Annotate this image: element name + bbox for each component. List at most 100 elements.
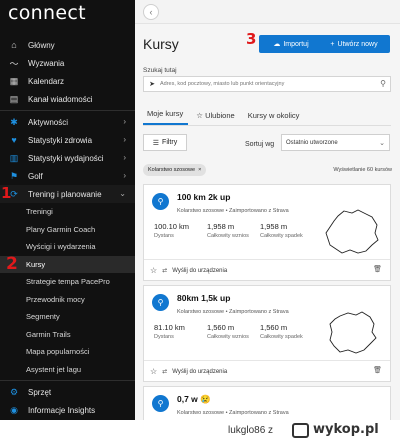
trash-icon[interactable]: 🗑 (373, 366, 382, 374)
send-to-device-link[interactable]: Wyślij do urządzenia (172, 369, 227, 375)
divider (0, 110, 135, 111)
course-map-thumbnail (329, 311, 377, 354)
stat-value: 1,958 m (260, 222, 288, 231)
stat-label: Całkowity wznios (207, 233, 249, 239)
gear-icon: ⚙ (9, 386, 19, 397)
course-card-footer: ☆ ⇄ Wyślij do urządzenia 🗑 (144, 259, 390, 281)
stat-ascent: 1,958 m Całkowity wznios (207, 222, 249, 239)
bike-icon: ⚲ (152, 193, 169, 210)
create-new-label: Utwórz nowy (337, 40, 378, 48)
sidebar-nav: ⌂ Główny 〜 Wyzwania ▦ Kalendarz ▤ Kanał … (0, 36, 135, 419)
sidebar-subitem-segmenty[interactable]: Segmenty (0, 308, 135, 326)
annotation-marker: 1 (1, 184, 12, 202)
stat-descent: 1,560 m Całkowity spadek (260, 323, 303, 340)
sidebar-item-label: Trening i planowanie (28, 189, 102, 199)
course-name[interactable]: 100 km 2k up (177, 192, 230, 202)
heart-icon: ♥ (11, 135, 17, 145)
golf-flag-icon: ⚑ (9, 170, 19, 181)
link-icon: ⇄ (162, 369, 168, 375)
sidebar-item-statystyki-wydajnosci[interactable]: ▥ Statystyki wydajności › (0, 149, 135, 167)
garmin-connect-logo[interactable]: connect (8, 2, 86, 24)
sidebar-item-sprzet[interactable]: ⚙ Sprzęt (0, 383, 135, 401)
tab-ulubione[interactable]: ☆ Ulubione (192, 111, 239, 125)
bike-icon: ⚲ (152, 294, 169, 311)
sidebar-item-golf[interactable]: ⚑ Golf › (0, 167, 135, 185)
location-arrow-icon[interactable]: ➤ (144, 80, 160, 88)
stat-value: 1,958 m (207, 222, 235, 231)
course-meta: Kolarstwo szosowe • Zaimportowano z Stra… (177, 309, 289, 315)
sidebar-subitem-plany-garmin-coach[interactable]: Plany Garmin Coach (0, 221, 135, 239)
chart-icon: ▥ (9, 152, 19, 163)
plus-icon: + (330, 40, 335, 48)
sidebar-item-aktywnosci[interactable]: ✱ Aktywności › (0, 113, 135, 131)
sidebar: connect ⌂ Główny 〜 Wyzwania ▦ Kalendarz … (0, 0, 135, 420)
chevron-right-icon: › (123, 171, 126, 180)
course-name[interactable]: 80km 1,5k up (177, 293, 230, 303)
top-bar: ‹ (135, 0, 400, 24)
results-count: Wyświetlanie 60 kursów (333, 167, 392, 173)
filter-chip-label: Kolarstwo szosowe (148, 167, 196, 173)
filter-chip[interactable]: Kolarstwo szosowe × (143, 164, 207, 176)
sidebar-subitem-garmin-trails[interactable]: Garmin Trails (0, 326, 135, 344)
course-card[interactable]: ⚲ 100 km 2k up Kolarstwo szosowe • Zaimp… (143, 184, 391, 281)
tab-kursy-w-okolicy[interactable]: Kursy w okolicy (244, 111, 305, 125)
wykop-logo-icon (292, 423, 309, 438)
sidebar-item-trening-i-planowanie[interactable]: ⟳ Trening i planowanie ⌄ 1 (0, 184, 135, 203)
sidebar-subitem-kursy[interactable]: 2 Kursy (0, 254, 135, 274)
sidebar-subitem-treningi[interactable]: Treningi (0, 203, 135, 221)
stat-label: Całkowity spadek (260, 233, 303, 239)
close-icon[interactable]: × (198, 167, 201, 173)
filter-icon: ☰ (152, 139, 160, 147)
sidebar-item-label: Kanał wiadomości (28, 94, 93, 104)
star-icon[interactable]: ☆ (150, 266, 157, 275)
star-icon[interactable]: ☆ (150, 367, 157, 376)
sidebar-subitem-przewodnik-mocy[interactable]: Przewodnik mocy (0, 291, 135, 309)
course-meta: Kolarstwo szosowe • Zaimportowano z Stra… (177, 208, 289, 214)
create-new-button[interactable]: + Utwórz nowy (318, 35, 390, 53)
divider (0, 380, 135, 381)
sidebar-subitem-wyscigi-i-wydarzenia[interactable]: Wyścigi i wydarzenia (0, 238, 135, 256)
course-card-footer: ☆ ⇄ Wyślij do urządzenia 🗑 (144, 360, 390, 382)
runner-icon: ✱ (10, 116, 18, 127)
sidebar-item-kalendarz[interactable]: ▦ Kalendarz (0, 72, 135, 90)
stat-value: 1,560 m (260, 323, 288, 332)
send-to-device-link[interactable]: Wyślij do urządzenia (172, 268, 227, 274)
sidebar-subitem-mapa-popularnosci[interactable]: Mapa popularności (0, 343, 135, 361)
sort-select[interactable]: Ostatnio utworzone ⌄ (281, 134, 390, 151)
search-label: Szukaj tutaj (143, 67, 177, 74)
filters-label: Filtry (162, 139, 178, 146)
import-button[interactable]: ☁ Importuj (259, 35, 323, 53)
stat-ascent: 1,560 m Całkowity wznios (207, 323, 249, 340)
chevron-down-icon: ⌄ (379, 140, 385, 147)
course-name[interactable]: 0,7 w 😢 (177, 394, 211, 405)
stat-label: Całkowity wznios (207, 334, 249, 340)
sidebar-item-glowny[interactable]: ⌂ Główny (0, 36, 135, 54)
search-input[interactable] (160, 81, 370, 87)
stat-distance: 100.10 km Dystans (154, 222, 189, 239)
trash-icon[interactable]: 🗑 (373, 265, 382, 273)
sidebar-item-label: Główny (28, 40, 55, 50)
course-card[interactable]: ⚲ 80km 1,5k up Kolarstwo szosowe • Zaimp… (143, 285, 391, 382)
sidebar-item-kanal-wiadomosci[interactable]: ▤ Kanał wiadomości (0, 90, 135, 108)
main-content: Kursy 3 ☁ Importuj + Utwórz nowy Szukaj … (135, 24, 400, 420)
sidebar-subitem-asystent-jet-lagu[interactable]: Asystent jet lagu (0, 361, 135, 379)
sidebar-item-statystyki-zdrowia[interactable]: ♥ Statystyki zdrowia › (0, 131, 135, 149)
sidebar-subitem-strategie-tempa[interactable]: Strategie tempa PacePro (0, 273, 135, 291)
watermark-site: wykop.pl (313, 422, 379, 437)
sidebar-item-label: Statystyki wydajności (28, 153, 104, 163)
course-meta: Kolarstwo szosowe • Zaimportowano z Stra… (177, 410, 289, 416)
course-card[interactable]: ⚲ 0,7 w 😢 Kolarstwo szosowe • Zaimportow… (143, 386, 391, 420)
search-icon[interactable]: ⚲ (380, 79, 386, 88)
sidebar-item-label: Aktywności (28, 117, 69, 127)
sidebar-item-wyzwania[interactable]: 〜 Wyzwania (0, 54, 135, 72)
link-icon: ⇄ (162, 268, 168, 274)
sidebar-item-label: Informacje Insights (28, 405, 96, 415)
sidebar-item-label: Statystyki zdrowia (28, 135, 93, 145)
stat-label: Dystans (154, 233, 174, 239)
bike-icon: ⚲ (152, 395, 169, 412)
sidebar-item-informacje-insights[interactable]: ◉ Informacje Insights (0, 401, 135, 419)
stat-value: 81.10 km (154, 323, 185, 332)
tab-moje-kursy[interactable]: Moje kursy (143, 109, 189, 125)
back-button[interactable]: ‹ (143, 4, 159, 20)
filters-button[interactable]: ☰ Filtry (143, 134, 187, 151)
